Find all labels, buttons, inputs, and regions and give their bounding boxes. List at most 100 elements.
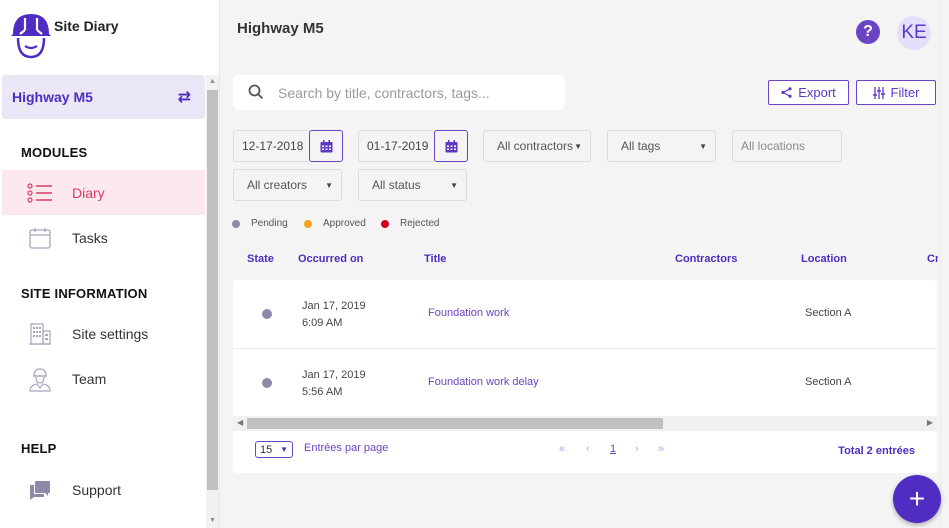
diary-table: Jan 17, 2019 6:09 AM Foundation work Sec… bbox=[233, 280, 937, 473]
locations-placeholder: All locations bbox=[741, 139, 806, 153]
occurred-on-cell: Jan 17, 2019 5:56 AM bbox=[302, 367, 366, 401]
sidebar-item-tasks[interactable]: Tasks bbox=[2, 215, 205, 260]
column-header-location[interactable]: Location bbox=[801, 253, 847, 265]
legend-label: Approved bbox=[323, 218, 366, 229]
sidebar: Site Diary Highway M5 ⇄ ▲ ▼ MODULES Diar… bbox=[0, 0, 220, 528]
section-title-modules: MODULES bbox=[21, 145, 88, 160]
sidebar-item-team[interactable]: Team bbox=[2, 356, 205, 401]
export-label: Export bbox=[798, 85, 836, 100]
legend-label: Pending bbox=[251, 218, 288, 229]
next-page-button[interactable]: › bbox=[635, 443, 639, 455]
calendar-icon bbox=[445, 139, 457, 152]
page-edge bbox=[940, 0, 949, 528]
status-select-value: All status bbox=[372, 178, 421, 192]
locations-input[interactable]: All locations bbox=[732, 130, 842, 162]
hardhat-logo-icon bbox=[11, 14, 51, 59]
search-input[interactable] bbox=[278, 75, 558, 110]
entry-title-link[interactable]: Foundation work delay bbox=[428, 376, 539, 388]
export-button[interactable]: Export bbox=[768, 80, 849, 105]
occurred-date: Jan 17, 2019 bbox=[302, 300, 366, 312]
location-cell: Section A bbox=[805, 307, 852, 319]
legend-rejected: Rejected bbox=[381, 218, 439, 229]
state-pending-icon bbox=[262, 309, 272, 319]
state-pending-icon bbox=[262, 378, 272, 388]
tags-select-value: All tags bbox=[621, 139, 661, 153]
building-icon bbox=[27, 321, 53, 347]
calendar-icon bbox=[27, 225, 53, 251]
table-row[interactable]: Jan 17, 2019 6:09 AM Foundation work Sec… bbox=[233, 280, 937, 348]
date-from-input[interactable]: 12-17-2018 bbox=[233, 130, 309, 162]
swap-icon[interactable]: ⇄ bbox=[178, 87, 191, 107]
date-to-field: 01-17-2019 bbox=[358, 130, 468, 162]
legend-approved: Approved bbox=[304, 218, 366, 229]
date-to-picker-button[interactable] bbox=[434, 130, 468, 162]
caret-down-icon: ▼ bbox=[325, 181, 333, 190]
sidebar-item-label: Support bbox=[72, 481, 122, 498]
scroll-up-icon[interactable]: ▲ bbox=[209, 78, 216, 85]
caret-down-icon: ▼ bbox=[699, 142, 707, 151]
entry-title-link[interactable]: Foundation work bbox=[428, 307, 509, 319]
column-header-state[interactable]: State bbox=[247, 253, 274, 265]
last-page-button[interactable]: » bbox=[658, 443, 664, 455]
sidebar-item-label: Team bbox=[72, 370, 107, 387]
filter-button[interactable]: Filter bbox=[856, 80, 936, 105]
brand[interactable] bbox=[10, 10, 52, 60]
table-row[interactable]: Jan 17, 2019 5:56 AM Foundation work del… bbox=[233, 348, 937, 416]
help-button[interactable]: ? bbox=[856, 20, 880, 44]
sidebar-item-label: Tasks bbox=[72, 229, 108, 246]
sidebar-item-support[interactable]: Support bbox=[2, 467, 205, 512]
pending-dot-icon bbox=[232, 219, 240, 228]
date-from-field: 12-17-2018 bbox=[233, 130, 343, 162]
sidebar-item-diary[interactable]: Diary bbox=[2, 170, 205, 215]
per-page-select[interactable]: 15 ▼ bbox=[255, 441, 293, 458]
status-select[interactable]: All status ▼ bbox=[358, 169, 467, 201]
sidebar-scrollbar-thumb[interactable] bbox=[207, 90, 218, 490]
creators-select-value: All creators bbox=[247, 178, 308, 192]
tags-select[interactable]: All tags ▼ bbox=[607, 130, 716, 162]
filter-label: Filter bbox=[890, 85, 920, 100]
location-cell: Section A bbox=[805, 376, 852, 388]
date-to-input[interactable]: 01-17-2019 bbox=[358, 130, 434, 162]
worker-icon bbox=[27, 366, 53, 392]
project-switcher[interactable]: Highway M5 ⇄ bbox=[2, 75, 205, 119]
scroll-down-icon[interactable]: ▼ bbox=[209, 517, 216, 524]
search-icon bbox=[248, 84, 264, 100]
calendar-icon bbox=[320, 139, 332, 152]
sliders-icon bbox=[872, 86, 885, 99]
first-page-button[interactable]: « bbox=[559, 443, 565, 455]
occurred-date: Jan 17, 2019 bbox=[302, 369, 366, 381]
contractors-select-value: All contractors bbox=[497, 139, 574, 153]
date-from-picker-button[interactable] bbox=[309, 130, 343, 162]
scroll-right-icon[interactable]: ▶ bbox=[927, 418, 933, 427]
occurred-time: 5:56 AM bbox=[302, 386, 343, 398]
prev-page-button[interactable]: ‹ bbox=[586, 443, 590, 455]
occurred-time: 6:09 AM bbox=[302, 317, 343, 329]
caret-down-icon: ▼ bbox=[574, 142, 582, 151]
page-1-button[interactable]: 1 bbox=[610, 443, 616, 455]
add-entry-button[interactable]: + bbox=[893, 475, 941, 523]
legend-pending: Pending bbox=[232, 218, 288, 229]
section-title-help: HELP bbox=[21, 441, 57, 456]
creators-select[interactable]: All creators ▼ bbox=[233, 169, 342, 201]
per-page-label: Entrées par page bbox=[304, 442, 389, 454]
page-title: Highway M5 bbox=[237, 20, 324, 37]
sidebar-item-label: Diary bbox=[72, 184, 105, 201]
scroll-left-icon[interactable]: ◀ bbox=[237, 418, 243, 427]
project-name: Highway M5 bbox=[12, 89, 93, 105]
table-scrollbar-thumb[interactable] bbox=[247, 418, 663, 429]
column-header-title[interactable]: Title bbox=[424, 253, 446, 265]
total-entries: Total 2 entrées bbox=[838, 445, 915, 457]
avatar[interactable]: KE bbox=[897, 16, 931, 50]
column-header-contractors[interactable]: Contractors bbox=[675, 253, 737, 265]
legend-label: Rejected bbox=[400, 218, 440, 229]
pagination: 15 ▼ Entrées par page « ‹ 1 › » Total 2 … bbox=[233, 431, 937, 473]
sidebar-item-site-settings[interactable]: Site settings bbox=[2, 311, 205, 356]
column-header-created-by[interactable]: Cr bbox=[927, 253, 938, 265]
sidebar-scrollbar[interactable]: ▲ ▼ bbox=[206, 75, 219, 528]
table-horizontal-scrollbar[interactable]: ◀ ▶ bbox=[233, 416, 937, 431]
list-icon bbox=[27, 180, 53, 206]
share-icon bbox=[781, 87, 792, 98]
column-header-occurred-on[interactable]: Occurred on bbox=[298, 253, 363, 265]
contractors-select[interactable]: All contractors ▼ bbox=[483, 130, 591, 162]
search-box bbox=[233, 75, 565, 110]
